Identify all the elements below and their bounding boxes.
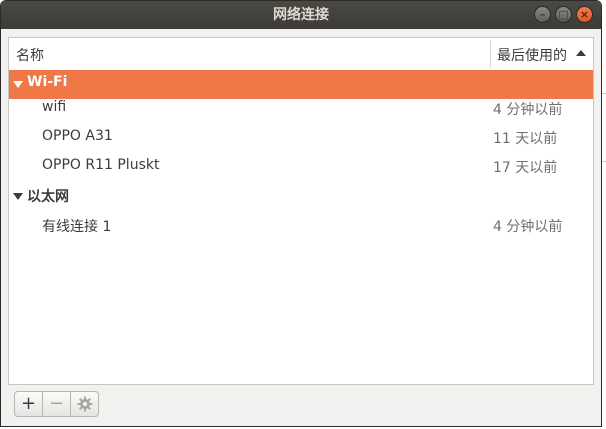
connection-name: wifi bbox=[42, 99, 67, 115]
connection-last-used: 17 天以前 bbox=[493, 160, 558, 176]
connection-row[interactable]: OPPO R11 Pluskt 17 天以前 bbox=[9, 152, 593, 181]
connection-row[interactable]: wifi 4 分钟以前 bbox=[9, 94, 593, 123]
sort-ascending-icon[interactable] bbox=[576, 50, 586, 56]
group-label: Wi-Fi bbox=[27, 74, 68, 90]
connection-toolbar: + − bbox=[14, 391, 99, 417]
connection-last-used: 11 天以前 bbox=[493, 131, 558, 147]
expander-down-icon[interactable] bbox=[13, 81, 23, 88]
column-header-name[interactable]: 名称 bbox=[16, 45, 44, 65]
plus-icon: + bbox=[20, 393, 37, 414]
maximize-icon: □ bbox=[558, 8, 569, 21]
remove-connection-button[interactable]: − bbox=[42, 391, 71, 417]
connections-list[interactable]: 名称 最后使用的 Wi-Fi wifi 4 分钟以前 OPPO A31 11 天… bbox=[8, 37, 594, 385]
minimize-icon: – bbox=[539, 8, 546, 21]
titlebar[interactable]: 网络连接 – □ × bbox=[1, 1, 601, 29]
group-row-ethernet[interactable]: 以太网 bbox=[9, 182, 593, 211]
close-icon: × bbox=[579, 8, 590, 21]
edit-connection-button[interactable] bbox=[70, 391, 99, 417]
window-controls: – □ × bbox=[534, 6, 593, 23]
connection-name: OPPO A31 bbox=[42, 128, 113, 144]
add-connection-button[interactable]: + bbox=[14, 391, 43, 417]
window-title: 网络连接 bbox=[273, 7, 329, 23]
network-connections-window: 网络连接 – □ × 名称 最后使用的 Wi-Fi wifi 4 分钟以前 OP… bbox=[0, 0, 602, 427]
list-header: 名称 最后使用的 bbox=[9, 38, 593, 71]
gear-icon bbox=[77, 396, 92, 412]
minus-icon: − bbox=[48, 393, 65, 414]
connection-last-used: 4 分钟以前 bbox=[493, 102, 563, 118]
connection-row[interactable]: OPPO A31 11 天以前 bbox=[9, 123, 593, 152]
expander-down-icon[interactable] bbox=[13, 193, 23, 200]
connection-name: 有线连接 1 bbox=[42, 219, 112, 235]
background-edge bbox=[602, 93, 606, 94]
maximize-button[interactable]: □ bbox=[555, 6, 572, 23]
close-button[interactable]: × bbox=[576, 6, 593, 23]
column-divider[interactable] bbox=[490, 40, 491, 68]
group-label: 以太网 bbox=[27, 189, 69, 205]
connection-last-used: 4 分钟以前 bbox=[493, 219, 563, 235]
minimize-button[interactable]: – bbox=[534, 6, 551, 23]
background-edge bbox=[602, 161, 606, 162]
column-header-last-used[interactable]: 最后使用的 bbox=[497, 45, 567, 65]
connection-name: OPPO R11 Pluskt bbox=[42, 157, 160, 173]
connection-row[interactable]: 有线连接 1 4 分钟以前 bbox=[9, 211, 593, 240]
